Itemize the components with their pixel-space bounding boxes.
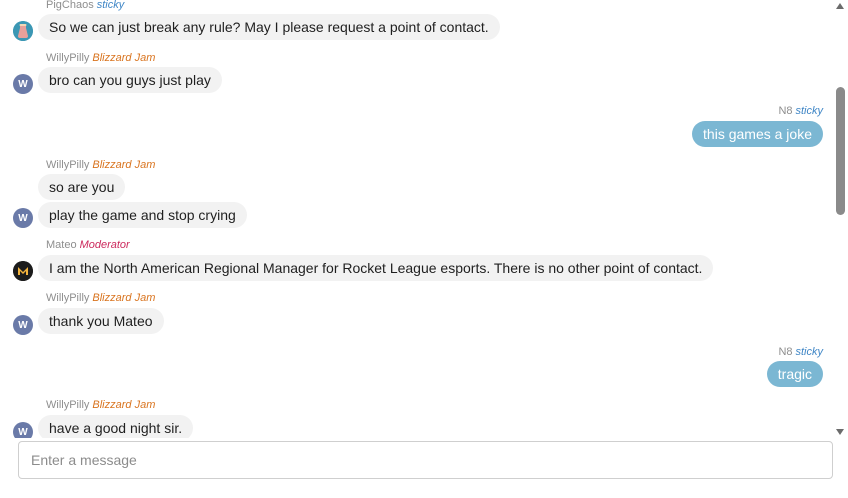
author-role-badge: sticky [96, 0, 125, 11]
author-role-badge: sticky [795, 346, 824, 358]
author-name: PigChaos [46, 0, 94, 11]
chat-message-list[interactable]: PigChaos sticky So we can just break any … [0, 0, 834, 438]
pig-icon [13, 21, 33, 41]
message-bubble[interactable]: play the game and stop crying [38, 202, 247, 228]
user-avatar[interactable]: W [13, 422, 33, 438]
author-role-badge: Blizzard Jam [92, 159, 156, 171]
scroll-down-arrow-icon[interactable] [836, 429, 844, 435]
author-role-badge: Blizzard Jam [92, 399, 156, 411]
message-author-header: WillyPilly Blizzard Jam [46, 52, 155, 64]
author-name: WillyPilly [46, 52, 90, 64]
message-author-header: PigChaos sticky [46, 0, 124, 11]
author-name: N8 [778, 105, 793, 117]
author-name: N8 [778, 346, 793, 358]
author-role-badge: Blizzard Jam [92, 292, 156, 304]
moderator-avatar[interactable] [13, 261, 33, 281]
message-input[interactable] [19, 442, 832, 478]
message-author-header: N8 sticky [778, 346, 823, 358]
vertical-scrollbar[interactable] [834, 0, 848, 438]
logo-m-icon [13, 261, 33, 281]
message-bubble[interactable]: So we can just break any rule? May I ple… [38, 14, 500, 40]
own-message-bubble[interactable]: this games a joke [692, 121, 823, 147]
message-author-header: WillyPilly Blizzard Jam [46, 292, 155, 304]
message-author-header: Mateo Moderator [46, 239, 130, 251]
message-author-header: WillyPilly Blizzard Jam [46, 399, 155, 411]
author-name: WillyPilly [46, 159, 90, 171]
own-message-bubble[interactable]: tragic [766, 361, 823, 387]
user-avatar[interactable]: W [13, 208, 33, 228]
user-avatar[interactable]: W [13, 315, 33, 335]
message-composer [18, 441, 833, 479]
author-role-badge: sticky [795, 105, 824, 117]
message-bubble[interactable]: thank you Mateo [38, 308, 164, 334]
scroll-up-arrow-icon[interactable] [836, 3, 844, 9]
pig-avatar-icon[interactable] [13, 21, 33, 41]
author-name: WillyPilly [46, 399, 90, 411]
scrollbar-thumb[interactable] [836, 87, 845, 215]
message-bubble[interactable]: bro can you guys just play [38, 67, 222, 93]
author-role-badge: Moderator [79, 239, 130, 251]
message-bubble[interactable]: so are you [38, 174, 126, 200]
message-author-header: N8 sticky [778, 105, 823, 117]
message-bubble[interactable]: have a good night sir. [38, 415, 194, 438]
author-name: WillyPilly [46, 292, 90, 304]
author-role-badge: Blizzard Jam [92, 52, 156, 64]
user-avatar[interactable]: W [13, 74, 33, 94]
message-bubble[interactable]: I am the North American Regional Manager… [38, 255, 714, 281]
message-author-header: WillyPilly Blizzard Jam [46, 159, 155, 171]
author-name: Mateo [46, 239, 77, 251]
